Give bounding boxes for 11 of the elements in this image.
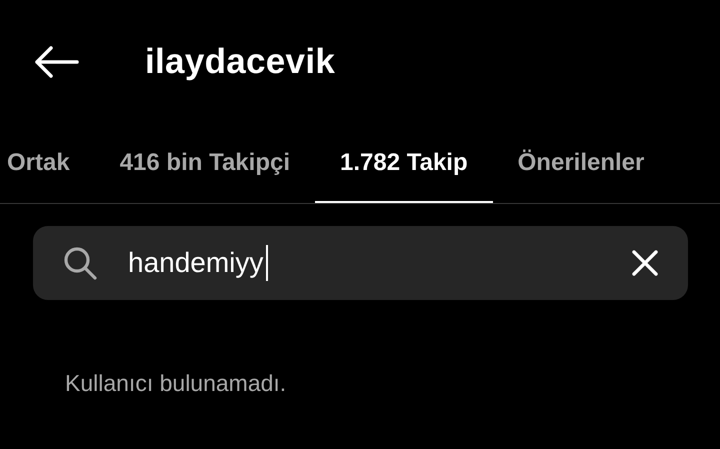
back-arrow-icon[interactable] [33, 46, 79, 78]
clear-icon[interactable] [632, 250, 658, 276]
search-field[interactable]: handemiyy [33, 226, 688, 300]
tab[interactable]: 416 bin Takipçi [94, 135, 315, 203]
profile-username: ilaydacevik [145, 42, 336, 82]
tab[interactable]: 1.782 Takip [315, 135, 493, 203]
search-icon [63, 246, 97, 280]
tab[interactable]: Ortak [0, 135, 95, 203]
search-text: handemiyy [128, 247, 264, 279]
no-results-message: Kullanıcı bulunamadı. [65, 370, 288, 397]
tab[interactable]: Önerilenler [492, 135, 670, 203]
